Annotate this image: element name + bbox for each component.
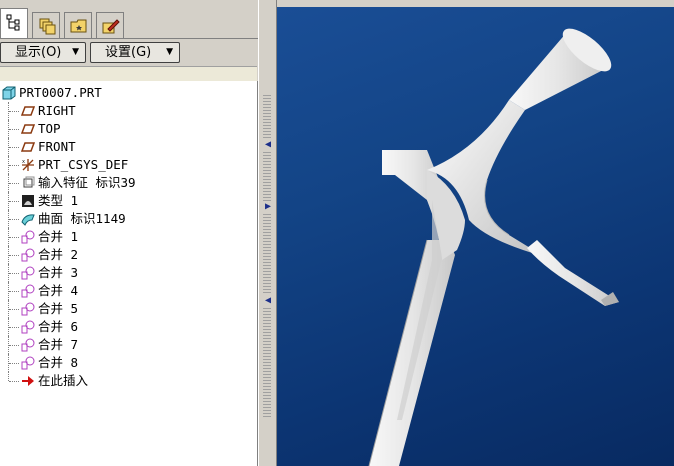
merge-icon [21,248,35,262]
csys-icon: x [21,158,35,172]
tree-item-merge-1[interactable]: 合并 1 [0,228,250,246]
merge-icon [21,230,35,244]
tree-item-right[interactable]: RIGHT [0,102,250,120]
merge-icon [21,320,35,334]
collapse-arrow-icon: ◀ [265,295,272,306]
surface-icon [21,212,35,226]
type-feature-icon [21,194,35,208]
tree-column-header [0,66,257,82]
datum-plane-icon [20,104,36,118]
merge-icon [21,338,35,352]
model-tree-icon [6,14,20,31]
tree-item-merge-3[interactable]: 合并 3 [0,264,250,282]
folder-icon [70,19,87,33]
tree-item-insert-here[interactable]: 在此插入 [0,372,250,390]
merge-icon [21,356,35,370]
collapse-arrow-icon: ◀ [265,139,272,150]
tree-item-merge-5[interactable]: 合并 5 [0,300,250,318]
tab-folder-browser[interactable] [64,12,92,38]
settings-dropdown-label: 设置(G) [105,45,152,60]
tab-model-tree[interactable] [0,8,28,38]
splitter-grip [263,214,271,294]
tree-item-import-feature[interactable]: 输入特征 标识39 [0,174,250,192]
part-icon [2,86,16,100]
splitter-grip [263,308,271,418]
tab-favorites[interactable] [96,12,124,38]
display-dropdown[interactable]: 显示(O) ▼ [0,42,86,63]
merge-icon [21,284,35,298]
chevron-down-icon: ▼ [166,47,173,57]
import-feature-icon [21,176,35,190]
insert-here-icon [21,374,35,388]
merge-icon [21,266,35,280]
settings-dropdown[interactable]: 设置(G) ▼ [90,42,180,63]
tree-item-merge-4[interactable]: 合并 4 [0,282,250,300]
chevron-down-icon: ▼ [72,47,79,57]
tree-item-merge-2[interactable]: 合并 2 [0,246,250,264]
tree-item-merge-8[interactable]: 合并 8 [0,354,250,372]
tree-item-merge-6[interactable]: 合并 6 [0,318,250,336]
datum-plane-icon [20,122,36,136]
tree-item-surface[interactable]: 曲面 标识1149 [0,210,250,228]
splitter-grip [263,95,271,140]
tab-layers[interactable] [32,12,60,38]
tree-item-top[interactable]: TOP [0,120,250,138]
model-tree-pane[interactable]: PRT0007.PRT RIGHT TOP FRONT x PRT_CSYS_D… [0,81,258,466]
tree-root[interactable]: PRT0007.PRT [0,84,250,102]
layers-icon [39,18,56,35]
svg-text:x: x [22,159,25,165]
tree-item-merge-7[interactable]: 合并 7 [0,336,250,354]
tree-item-front[interactable]: FRONT [0,138,250,156]
top-toolbar-strip [0,0,277,6]
graphics-viewport[interactable] [277,0,674,466]
tree-item-csys[interactable]: x PRT_CSYS_DEF [0,156,250,174]
part-model [368,28,619,466]
expand-arrow-icon: ▶ [265,201,272,212]
navigator-tabs [0,8,260,38]
merge-icon [21,302,35,316]
tree-item-type[interactable]: 类型 1 [0,192,250,210]
favorites-icon [102,19,120,34]
panel-splitter[interactable]: ◀ ▶ ◀ [258,0,277,466]
splitter-grip [263,152,271,202]
navigator-toolbar: 显示(O) ▼ 设置(G) ▼ [0,38,260,67]
datum-plane-icon [20,140,36,154]
display-dropdown-label: 显示(O) [15,45,62,60]
